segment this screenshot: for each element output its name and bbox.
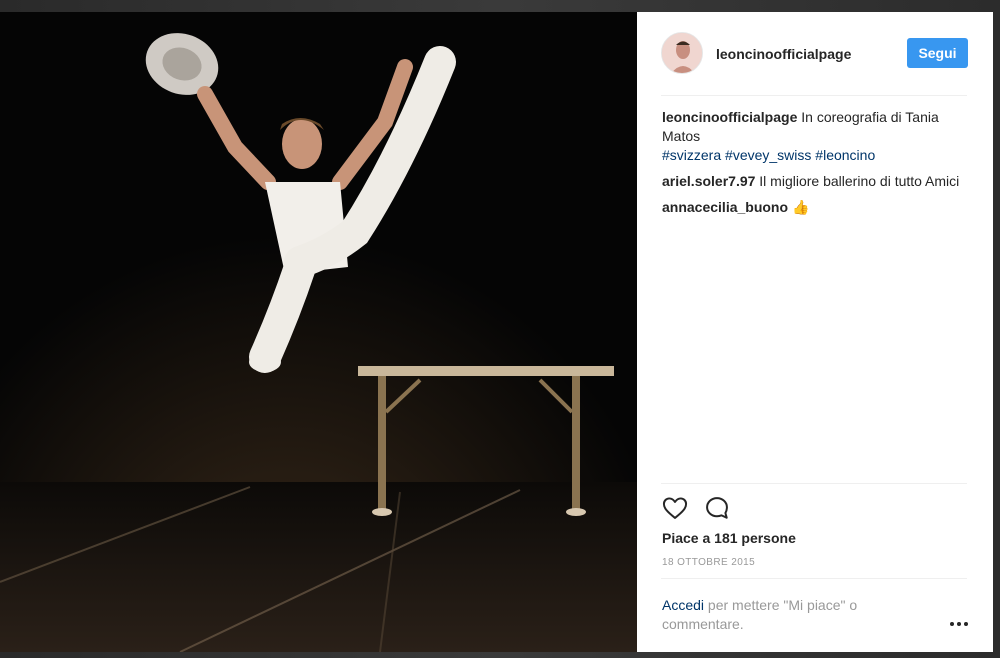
caption: leoncinoofficialpage In coreografia di T… (662, 108, 962, 165)
footer-divider (661, 578, 967, 579)
comment-text: 👍 (791, 199, 810, 215)
comment-bubble-icon[interactable] (703, 494, 731, 522)
dancer-image (0, 12, 637, 652)
more-options-icon[interactable] (947, 614, 971, 634)
comment-item: annacecilia_buono 👍 (662, 198, 962, 217)
comments-list: leoncinoofficialpage In coreografia di T… (662, 108, 962, 224)
login-prompt: Accedi per mettere "Mi piace" o commenta… (662, 596, 902, 634)
comment-item: ariel.soler7.97 Il migliore ballerino di… (662, 172, 962, 191)
likes-count[interactable]: Piace a 181 persone (662, 530, 796, 546)
post-date: 18 OTTOBRE 2015 (662, 557, 756, 568)
header-divider (661, 95, 967, 96)
post-author-username[interactable]: leoncinoofficialpage (716, 46, 851, 62)
caption-username[interactable]: leoncinoofficialpage (662, 109, 797, 125)
post-actions (661, 494, 761, 524)
follow-button[interactable]: Segui (907, 38, 968, 68)
avatar[interactable] (661, 32, 703, 74)
comment-text: Il migliore ballerino di tutto Amici (759, 173, 960, 189)
heart-icon[interactable] (661, 494, 689, 522)
hashtag-link[interactable]: #svizzera (662, 147, 721, 163)
post-side-panel: leoncinoofficialpage Segui leoncinooffic… (637, 12, 993, 652)
comment-username[interactable]: ariel.soler7.97 (662, 173, 755, 189)
comment-username[interactable]: annacecilia_buono (662, 199, 788, 215)
hashtag-link[interactable]: #leoncino (815, 147, 875, 163)
login-link[interactable]: Accedi (662, 597, 704, 613)
profile-picture-icon (662, 33, 702, 73)
post-photo[interactable] (0, 12, 637, 652)
hashtag-link[interactable]: #vevey_swiss (725, 147, 811, 163)
post-header: leoncinoofficialpage Segui (637, 12, 993, 96)
actions-divider (661, 483, 967, 484)
